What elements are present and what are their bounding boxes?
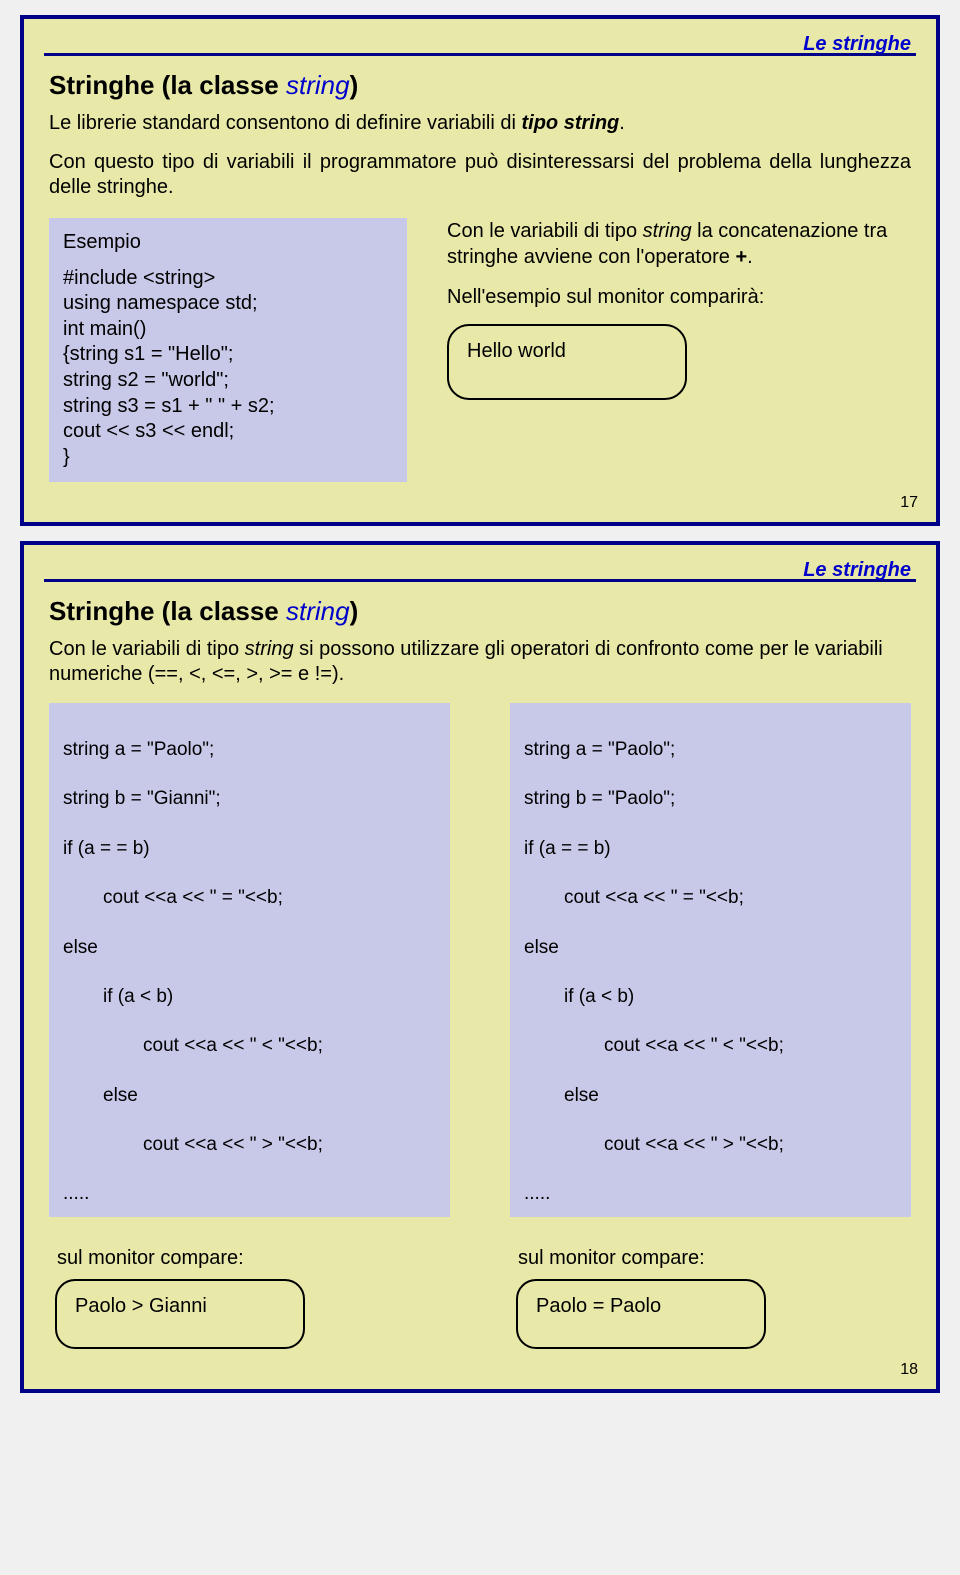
- explain-p1: Con le variabili di tipo string la conca…: [447, 218, 911, 270]
- code-line: cout <<a << " < "<<b;: [524, 1034, 897, 1059]
- section-tag: Le stringhe: [803, 559, 911, 582]
- right-column: string a = "Paolo"; string b = "Paolo"; …: [510, 703, 911, 1349]
- code-line: using namespace std;: [63, 291, 393, 317]
- intro-line-2: Con questo tipo di variabili il programm…: [49, 150, 911, 200]
- code-line: if (a < b): [524, 985, 897, 1010]
- monitor-label-right: sul monitor compare:: [518, 1245, 911, 1271]
- code-line: if (a = = b): [63, 838, 150, 859]
- title-text: Stringhe (la classe: [49, 70, 286, 100]
- slide-17: Le stringhe Stringhe (la classe string) …: [20, 15, 940, 526]
- intro-line: Con le variabili di tipo string si posso…: [49, 637, 911, 687]
- divider: [44, 53, 916, 56]
- intro1-bold: tipo string: [522, 112, 620, 134]
- code-line: string a = "Paolo";: [524, 739, 675, 760]
- explanation-column: Con le variabili di tipo string la conca…: [447, 218, 911, 400]
- intro-a: Con le variabili di tipo: [49, 638, 245, 660]
- code-line: int main(): [63, 317, 393, 343]
- code-line: else: [63, 937, 98, 958]
- expl-e: .: [747, 246, 753, 268]
- code-line: string b = "Gianni";: [63, 788, 221, 809]
- title-suffix: ): [350, 70, 359, 100]
- title-em: string: [286, 596, 350, 626]
- code-line: cout <<a << " > "<<b;: [524, 1133, 897, 1158]
- code-line: {string s1 = "Hello";: [63, 342, 393, 368]
- title-text: Stringhe (la classe: [49, 596, 286, 626]
- code-line: .....: [524, 1183, 550, 1204]
- code-line: string a = "Paolo";: [63, 739, 214, 760]
- slide-title: Stringhe (la classe string): [49, 70, 911, 101]
- left-column: string a = "Paolo"; string b = "Gianni";…: [49, 703, 450, 1349]
- code-line: cout <<a << " = "<<b;: [524, 886, 897, 911]
- code-line: cout << s3 << endl;: [63, 419, 393, 445]
- page-number: 17: [900, 494, 918, 512]
- expl-a: Con le variabili di tipo: [447, 220, 643, 242]
- code-line: #include <string>: [63, 266, 393, 292]
- slide-18: Le stringhe Stringhe (la classe string) …: [20, 541, 940, 1393]
- code-line: if (a < b): [63, 985, 436, 1010]
- code-box-right: string a = "Paolo"; string b = "Paolo"; …: [510, 703, 911, 1217]
- section-tag: Le stringhe: [803, 33, 911, 56]
- code-line: else: [63, 1084, 436, 1109]
- output-box-left: Paolo > Gianni: [55, 1279, 305, 1349]
- example-label: Esempio: [63, 230, 393, 256]
- intro1-post: .: [619, 112, 625, 134]
- title-em: string: [286, 70, 350, 100]
- intro-line-1: Le librerie standard consentono di defin…: [49, 111, 911, 136]
- intro-b: string: [245, 638, 294, 660]
- explain-p2: Nell'esempio sul monitor comparirà:: [447, 284, 911, 310]
- slide-title: Stringhe (la classe string): [49, 596, 911, 627]
- code-line: string s3 = s1 + " " + s2;: [63, 394, 393, 420]
- code-line: cout <<a << " > "<<b;: [63, 1133, 436, 1158]
- code-line: string b = "Paolo";: [524, 788, 675, 809]
- title-suffix: ): [350, 596, 359, 626]
- code-row: string a = "Paolo"; string b = "Gianni";…: [49, 703, 911, 1349]
- intro1-pre: Le librerie standard consentono di defin…: [49, 112, 522, 134]
- page-number: 18: [900, 1361, 918, 1379]
- output-box: Hello world: [447, 324, 687, 400]
- code-line: else: [524, 937, 559, 958]
- code-box: Esempio #include <string> using namespac…: [49, 218, 407, 482]
- expl-d: +: [735, 246, 747, 268]
- monitor-label-left: sul monitor compare:: [57, 1245, 450, 1271]
- code-line: }: [63, 445, 393, 471]
- code-line: cout <<a << " < "<<b;: [63, 1034, 436, 1059]
- code-line: .....: [63, 1183, 89, 1204]
- example-row: Esempio #include <string> using namespac…: [49, 218, 911, 482]
- expl-b: string: [643, 220, 692, 242]
- code-line: cout <<a << " = "<<b;: [63, 886, 436, 911]
- code-line: string s2 = "world";: [63, 368, 393, 394]
- code-line: else: [524, 1084, 897, 1109]
- code-line: if (a = = b): [524, 838, 611, 859]
- output-box-right: Paolo = Paolo: [516, 1279, 766, 1349]
- code-box-left: string a = "Paolo"; string b = "Gianni";…: [49, 703, 450, 1217]
- divider: [44, 579, 916, 582]
